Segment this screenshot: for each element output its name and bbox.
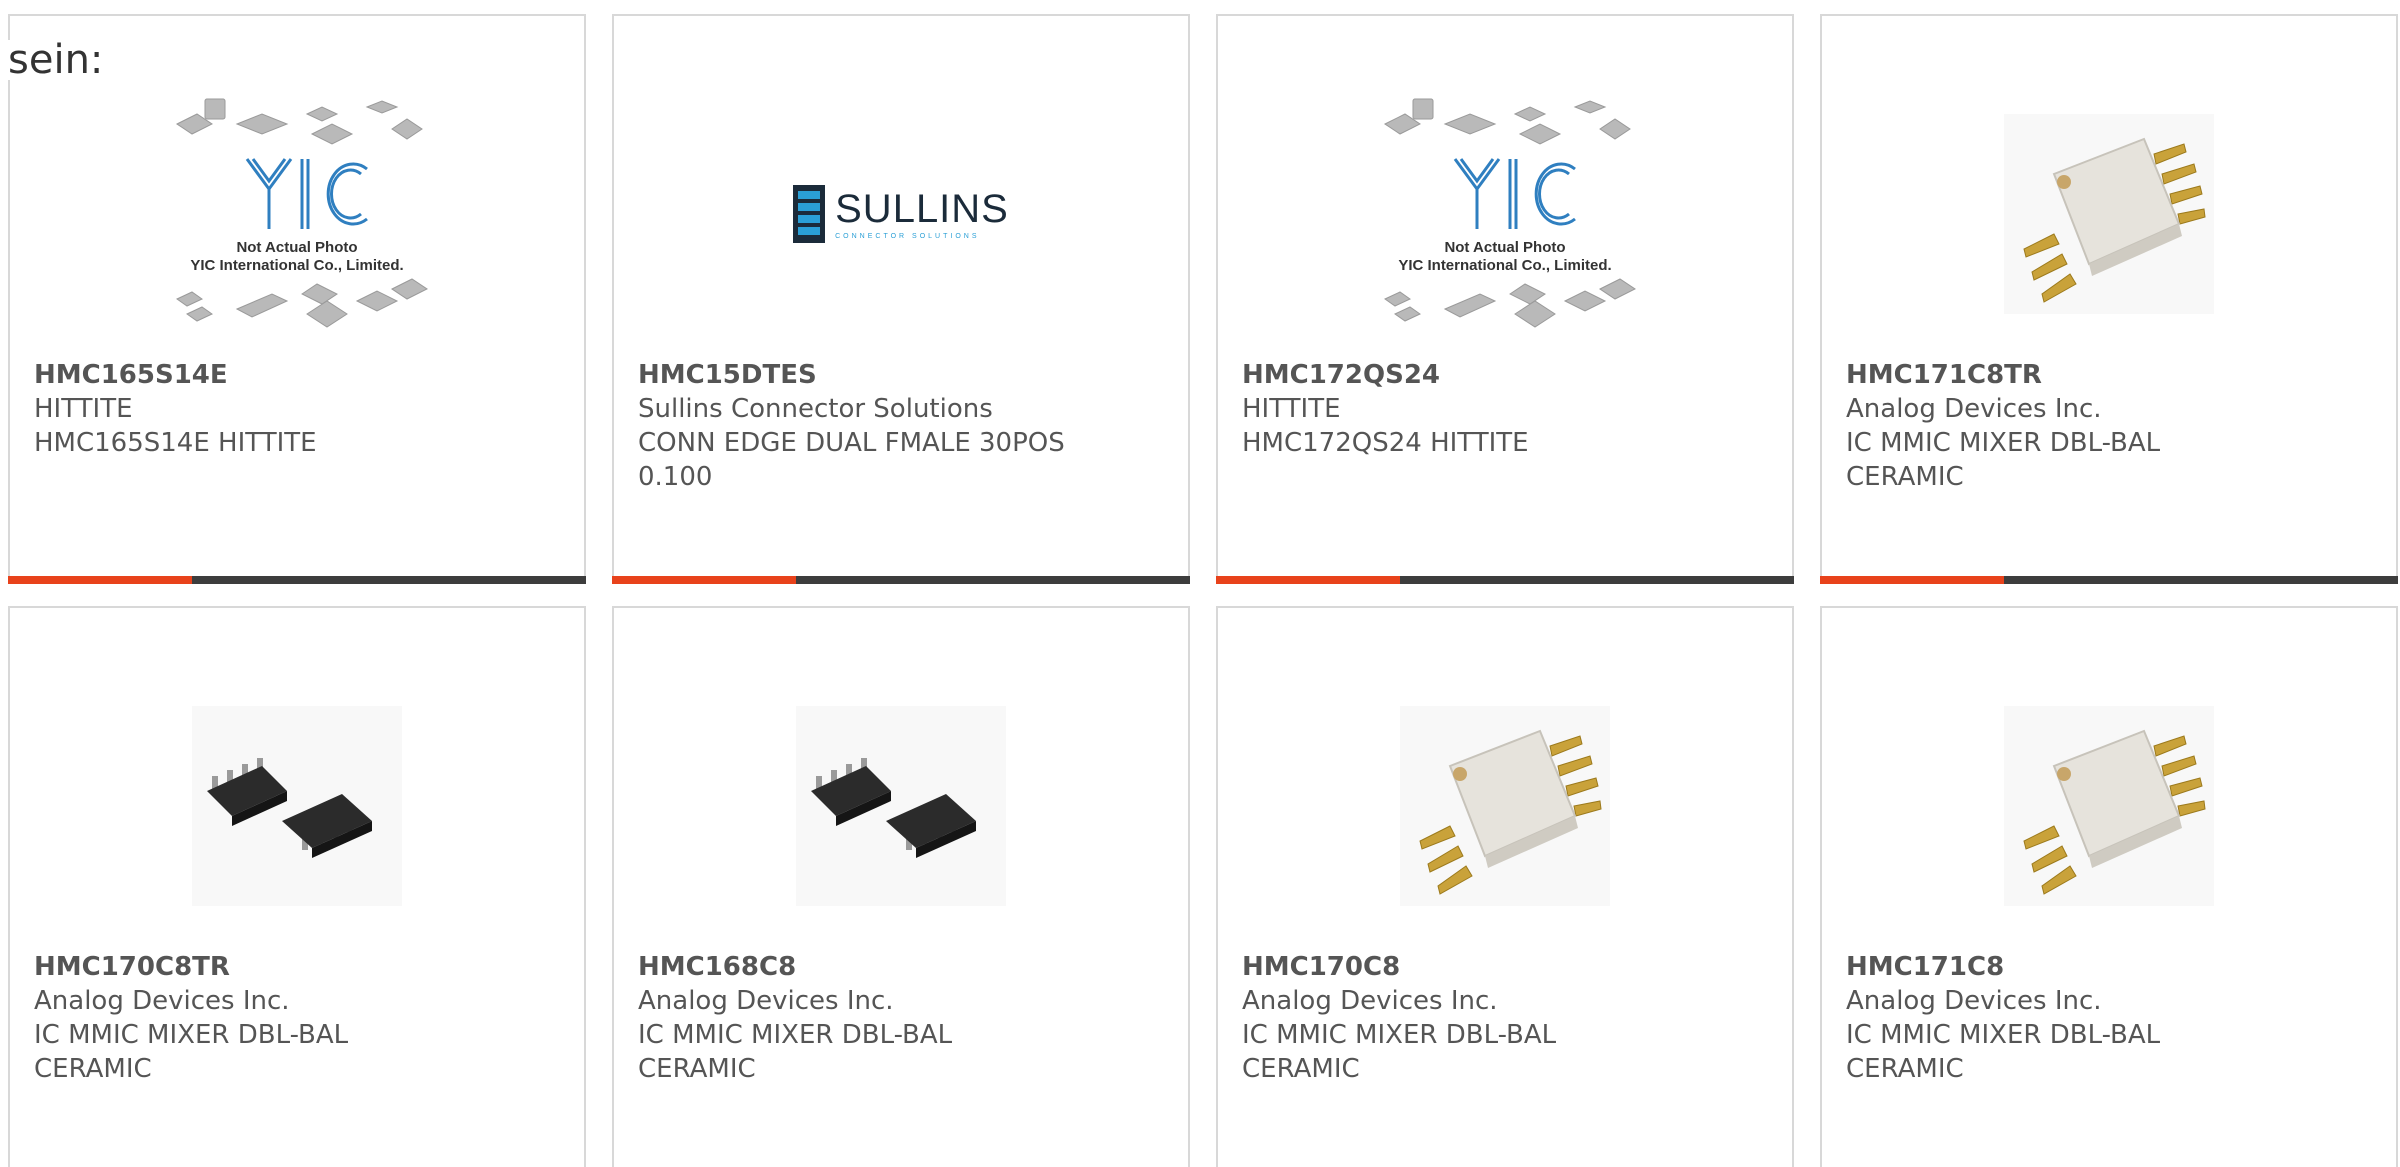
image-caption: YIC International Co., Limited. [190,257,404,274]
yic-placeholder-image: Not Actual Photo YIC International Co., … [157,89,437,339]
logo-word: SULLINS [835,186,1009,231]
product-card[interactable]: HMC168C8 Analog Devices Inc. IC MMIC MIX… [612,606,1190,1167]
ceramic-package-photo [1400,706,1610,906]
page: sein: Not Actual Photo YIC International… [0,0,2400,1167]
part-number[interactable]: HMC168C8 [638,950,1164,984]
soic8-package-photo [796,706,1006,906]
product-card[interactable]: SULLINS CONNECTOR SOLUTIONS HMC15DTES Su… [612,14,1190,584]
sullins-logo-icon [793,185,826,243]
manufacturer: Analog Devices Inc. [638,986,894,1016]
manufacturer: HITTITE [34,394,133,424]
product-grid: Not Actual Photo YIC International Co., … [8,14,2400,1167]
lead-text: sein: [8,37,104,83]
soic8-package-photo [192,706,402,906]
sullins-logo: SULLINS CONNECTOR SOLUTIONS [793,185,1009,243]
card-footer-bar [1216,576,1794,584]
yic-placeholder-image: Not Actual Photo YIC International Co., … [1365,89,1645,339]
image-caption: Not Actual Photo [1444,239,1566,256]
description: IC MMIC MIXER DBL-BAL CERAMIC [1242,1020,1557,1084]
chip-collage-icon [176,98,428,328]
description: IC MMIC MIXER DBL-BAL CERAMIC [1846,428,2161,492]
product-image[interactable] [1218,656,1792,956]
product-card[interactable]: HMC170C8TR Analog Devices Inc. IC MMIC M… [8,606,586,1167]
ceramic-package-photo [2004,706,2214,906]
manufacturer: Analog Devices Inc. [1846,986,2102,1016]
manufacturer: Analog Devices Inc. [1846,394,2102,424]
product-image[interactable]: SULLINS CONNECTOR SOLUTIONS [614,64,1188,364]
product-card[interactable]: HMC170C8 Analog Devices Inc. IC MMIC MIX… [1216,606,1794,1167]
accent-bar [1820,576,2004,584]
chip-collage-icon [1384,98,1636,328]
part-number[interactable]: HMC171C8 [1846,950,2372,984]
logo-tagline: CONNECTOR SOLUTIONS [835,232,980,240]
card-footer-bar [612,576,1190,584]
product-image[interactable]: Not Actual Photo YIC International Co., … [10,64,584,364]
part-number[interactable]: HMC15DTES [638,358,1164,392]
description: HMC172QS24 HITTITE [1242,428,1529,458]
product-card[interactable]: HMC171C8 Analog Devices Inc. IC MMIC MIX… [1820,606,2398,1167]
description: CONN EDGE DUAL FMALE 30POS 0.100 [638,428,1065,492]
accent-bar [8,576,192,584]
accent-bar [1216,576,1400,584]
description: IC MMIC MIXER DBL-BAL CERAMIC [1846,1020,2161,1084]
product-card[interactable]: HMC171C8TR Analog Devices Inc. IC MMIC M… [1820,14,2398,584]
product-image[interactable] [614,656,1188,956]
manufacturer: Analog Devices Inc. [1242,986,1498,1016]
part-number[interactable]: HMC165S14E [34,358,560,392]
product-image[interactable] [1822,64,2396,364]
card-footer-bar [1820,576,2398,584]
ceramic-package-photo [2004,114,2214,314]
manufacturer: Analog Devices Inc. [34,986,290,1016]
product-image[interactable]: Not Actual Photo YIC International Co., … [1218,64,1792,364]
description: IC MMIC MIXER DBL-BAL CERAMIC [638,1020,953,1084]
description: IC MMIC MIXER DBL-BAL CERAMIC [34,1020,349,1084]
product-image[interactable] [1822,656,2396,956]
part-number[interactable]: HMC172QS24 [1242,358,1768,392]
product-image[interactable] [10,656,584,956]
accent-bar [612,576,796,584]
image-caption: YIC International Co., Limited. [1398,257,1612,274]
part-number[interactable]: HMC171C8TR [1846,358,2372,392]
description: HMC165S14E HITTITE [34,428,317,458]
manufacturer: HITTITE [1242,394,1341,424]
image-caption: Not Actual Photo [236,239,358,256]
product-card[interactable]: Not Actual Photo YIC International Co., … [1216,14,1794,584]
product-card[interactable]: Not Actual Photo YIC International Co., … [8,14,586,584]
card-footer-bar [8,576,586,584]
part-number[interactable]: HMC170C8 [1242,950,1768,984]
part-number[interactable]: HMC170C8TR [34,950,560,984]
manufacturer: Sullins Connector Solutions [638,394,993,424]
